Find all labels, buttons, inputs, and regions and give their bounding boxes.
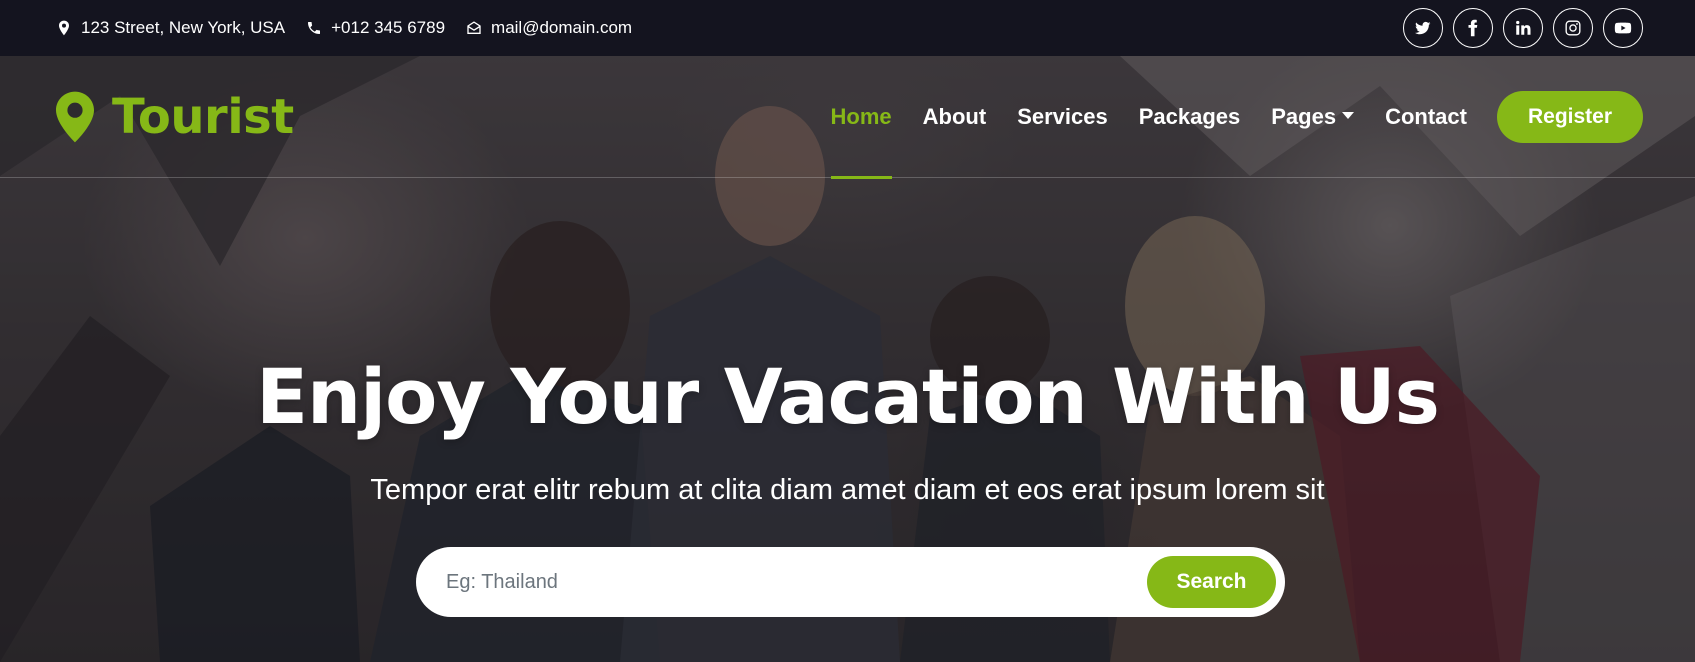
nav-menu: Home About Services Packages Pages Conta…	[830, 56, 1643, 179]
nav-packages-label: Packages	[1138, 103, 1241, 129]
phone-text: +012 345 6789	[331, 18, 446, 37]
brand-logo[interactable]: Tourist	[56, 89, 294, 145]
phone-item: +012 345 6789	[306, 18, 445, 38]
nav-packages[interactable]: Packages	[1139, 56, 1241, 178]
nav-pages-label: Pages	[1271, 103, 1337, 129]
hero-section: Tourist Home About Services Packages Pag…	[0, 56, 1695, 662]
nav-services-label: Services	[1017, 103, 1108, 129]
address-text: 123 Street, New York, USA	[81, 18, 286, 37]
caret-down-icon	[1342, 112, 1355, 119]
hero-title: Enjoy Your Vacation With Us	[256, 352, 1440, 441]
search-button[interactable]: Search	[1147, 556, 1276, 608]
contact-info: 123 Street, New York, USA +012 345 6789 …	[56, 18, 653, 38]
register-button[interactable]: Register	[1496, 90, 1643, 143]
email-text: mail@domain.com	[491, 18, 633, 37]
facebook-link[interactable]	[1453, 8, 1493, 48]
search-bar: Search	[416, 547, 1285, 617]
nav-about-label: About	[922, 103, 987, 129]
nav-home-label: Home	[830, 103, 892, 129]
address-item: 123 Street, New York, USA	[56, 18, 285, 38]
email-item: mail@domain.com	[466, 18, 632, 38]
brand-name: Tourist	[112, 88, 294, 145]
nav-home[interactable]: Home	[830, 56, 892, 179]
phone-icon	[308, 22, 321, 34]
youtube-link[interactable]	[1603, 8, 1643, 48]
nav-contact-label: Contact	[1385, 103, 1467, 129]
youtube-icon	[1614, 22, 1632, 34]
nav-about[interactable]: About	[923, 56, 987, 178]
social-links	[1393, 8, 1643, 48]
search-input[interactable]	[446, 570, 1147, 594]
linkedin-link[interactable]	[1503, 8, 1543, 48]
top-bar: 123 Street, New York, USA +012 345 6789 …	[0, 0, 1695, 56]
instagram-icon	[1565, 20, 1581, 36]
instagram-link[interactable]	[1553, 8, 1593, 48]
main-navbar: Tourist Home About Services Packages Pag…	[0, 56, 1695, 179]
map-marker-icon	[59, 20, 69, 36]
envelope-open-icon	[467, 21, 481, 34]
map-marker-icon	[56, 91, 94, 142]
linkedin-icon	[1516, 20, 1531, 35]
twitter-link[interactable]	[1403, 8, 1443, 48]
twitter-icon	[1415, 21, 1431, 35]
nav-services[interactable]: Services	[1017, 56, 1108, 178]
nav-pages-dropdown[interactable]: Pages	[1271, 56, 1355, 178]
nav-contact[interactable]: Contact	[1385, 56, 1467, 178]
hero-subtitle: Tempor erat elitr rebum at clita diam am…	[370, 474, 1325, 506]
facebook-icon	[1468, 19, 1478, 37]
